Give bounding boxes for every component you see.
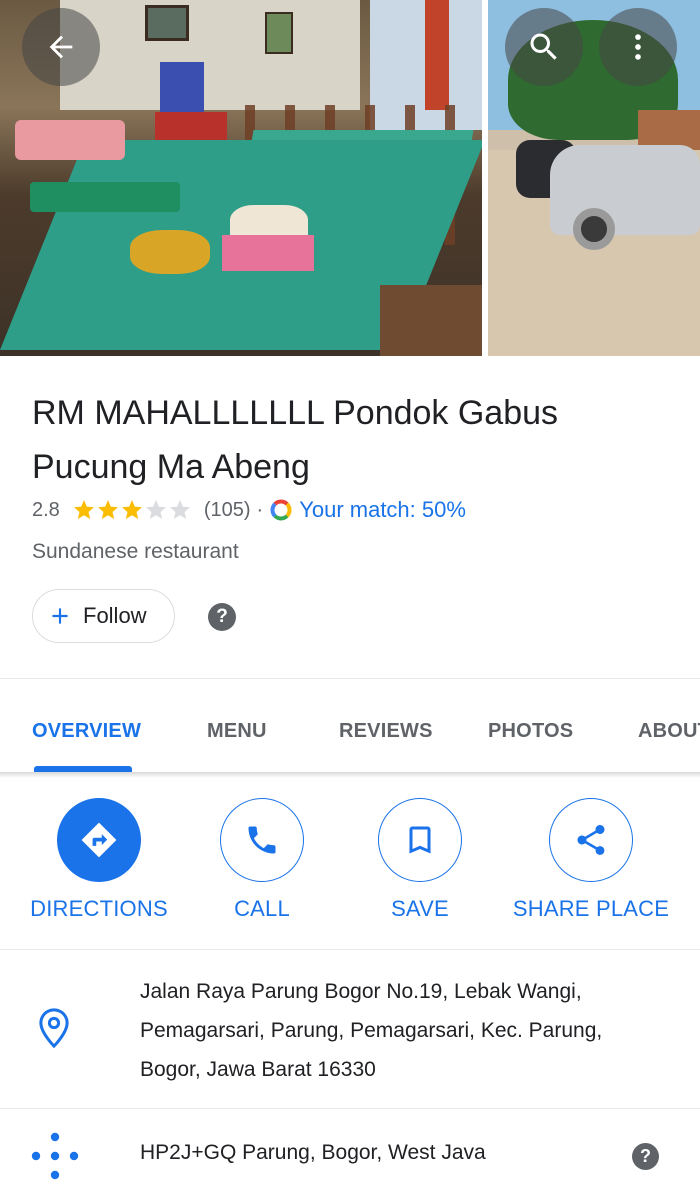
divider [0, 949, 700, 950]
photo-carousel[interactable] [0, 0, 700, 356]
follow-label: Follow [83, 603, 147, 628]
more-vert-icon [621, 30, 655, 64]
separator: · [256, 498, 264, 521]
place-title: RM MAHALLLLLLL Pondok Gabus Pucung Ma Ab… [32, 394, 559, 486]
divider [0, 1108, 700, 1109]
your-match-score[interactable]: Your match: 50% [299, 497, 466, 523]
share-ring[interactable] [549, 798, 633, 882]
share-place-button[interactable]: SHARE PLACE [506, 798, 676, 922]
more-options-button[interactable] [599, 8, 677, 86]
star-filled-icon [97, 500, 118, 519]
address[interactable]: Jalan Raya Parung Bogor No.19, Lebak Wan… [140, 972, 660, 1089]
call-button[interactable]: CALL [177, 798, 347, 922]
place-tabs: OVERVIEW MENU REVIEWS PHOTOS ABOUT [0, 690, 700, 774]
rating-row[interactable]: 2.8 (105) · Your match: 50% [32, 493, 466, 527]
location-pin-icon [39, 1008, 69, 1053]
call-label: CALL [234, 896, 290, 921]
directions-ring[interactable] [57, 798, 141, 882]
star-rating [72, 498, 192, 522]
search-icon [526, 29, 562, 65]
follow-button[interactable]: Follow [32, 589, 175, 643]
place-category: Sundanese restaurant [32, 540, 239, 563]
save-label: SAVE [391, 896, 449, 921]
star-filled-icon [73, 500, 94, 519]
star-empty-icon [145, 500, 166, 519]
directions-icon [77, 818, 121, 862]
plus-code-icon [31, 1132, 79, 1185]
address-line: Jalan Raya Parung Bogor No.19, Lebak Wan… [140, 980, 582, 1003]
tab-photos[interactable]: PHOTOS [488, 720, 573, 743]
address-line: Pemagarsari, Parung, Pemagarsari, Kec. P… [140, 1019, 603, 1042]
phone-icon [244, 822, 280, 858]
tab-overview[interactable]: OVERVIEW [32, 720, 141, 743]
plus-code-help-icon[interactable]: ? [632, 1143, 659, 1170]
review-count[interactable]: (105) [204, 499, 251, 522]
rating-value: 2.8 [32, 498, 60, 521]
bookmark-icon [402, 822, 438, 858]
star-filled-icon [121, 500, 142, 519]
directions-button[interactable]: DIRECTIONS [14, 798, 184, 922]
divider [0, 678, 700, 679]
arrow-left-icon [44, 30, 78, 64]
google-logo-icon [269, 498, 293, 522]
tab-menu[interactable]: MENU [207, 720, 267, 743]
share-place-label: SHARE PLACE [512, 896, 670, 921]
plus-code[interactable]: HP2J+GQ Parung, Bogor, West Java [140, 1141, 486, 1165]
tab-reviews[interactable]: REVIEWS [339, 720, 433, 743]
star-empty-icon [169, 500, 190, 519]
tab-about[interactable]: ABOUT [638, 720, 700, 743]
tabs-shadow [0, 772, 700, 778]
search-button[interactable] [505, 8, 583, 86]
share-icon [573, 822, 609, 858]
save-ring[interactable] [378, 798, 462, 882]
call-ring[interactable] [220, 798, 304, 882]
save-button[interactable]: SAVE [335, 798, 505, 922]
plus-icon [47, 603, 83, 629]
help-icon[interactable]: ? [208, 603, 236, 631]
back-button[interactable] [22, 8, 100, 86]
address-line: Bogor, Jawa Barat 16330 [140, 1058, 376, 1081]
directions-label: DIRECTIONS [30, 896, 168, 921]
